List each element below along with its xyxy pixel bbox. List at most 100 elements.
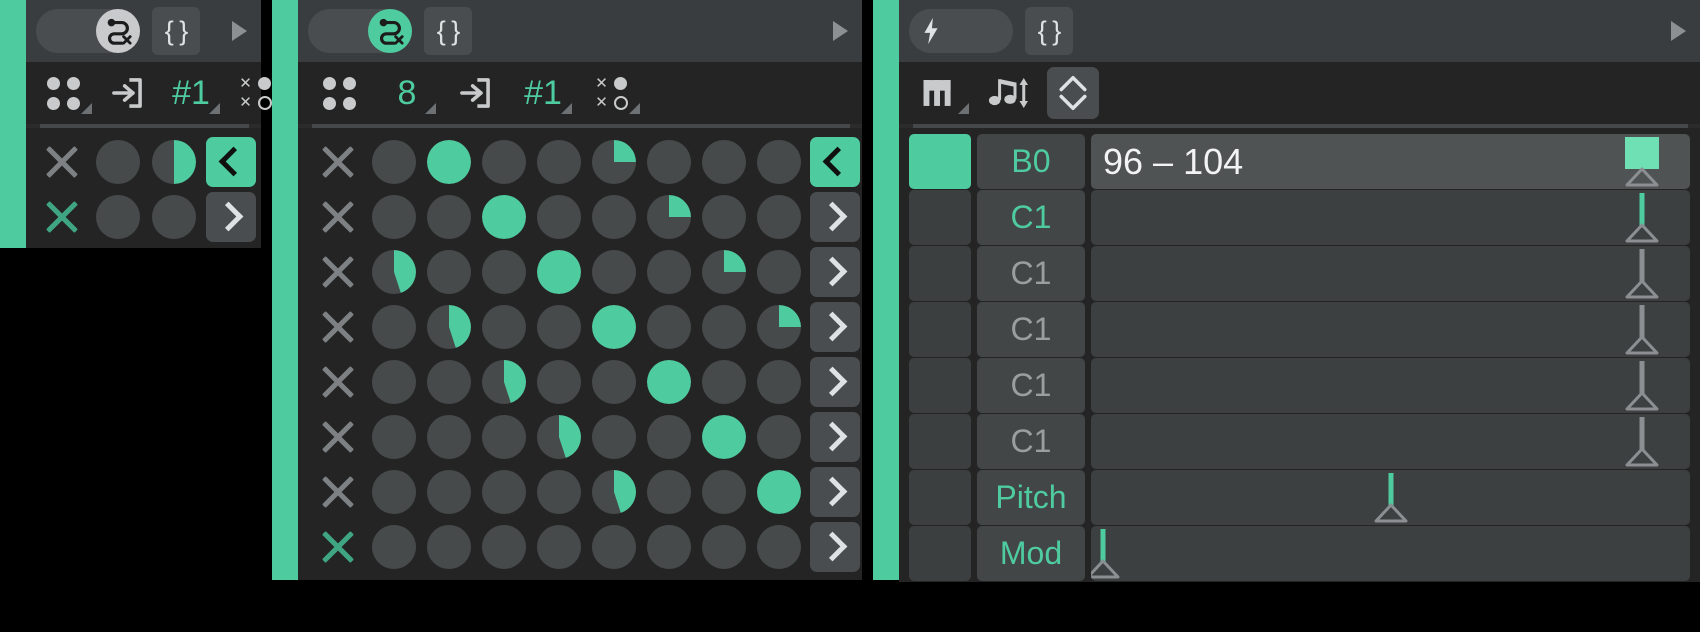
lane-value-slider[interactable] [1091,526,1690,581]
step-knob[interactable] [152,194,196,239]
preset-number-left[interactable]: #1 [168,71,220,115]
lane-slider-handle[interactable] [1625,190,1659,245]
step-knob[interactable] [481,414,526,459]
step-knob[interactable] [371,194,416,239]
step-knob[interactable] [701,469,746,514]
step-knob[interactable] [591,359,636,404]
lane-slider-handle[interactable] [1374,470,1408,525]
step-knob[interactable] [701,249,746,294]
lane-note-label[interactable]: Mod [977,526,1085,581]
step-knob[interactable] [96,194,140,239]
chevron-right-button[interactable] [206,191,256,242]
step-knob[interactable] [591,139,636,184]
step-knob[interactable] [756,414,801,459]
lane-enable-swatch[interactable] [909,526,971,581]
lane-slider-handle[interactable] [1625,414,1659,469]
step-knob[interactable] [536,249,581,294]
step-knob[interactable] [646,469,691,514]
chevron-right-button[interactable] [810,356,860,407]
lane-value-slider[interactable] [1091,470,1690,525]
lane-value-slider[interactable] [1091,190,1690,245]
step-knob[interactable] [646,414,691,459]
step-knob[interactable] [646,359,691,404]
step-knob[interactable] [701,414,746,459]
step-knob[interactable] [371,524,416,569]
chevron-right-button[interactable] [810,301,860,352]
step-knob[interactable] [756,359,801,404]
step-knob[interactable] [371,359,416,404]
step-knob[interactable] [591,194,636,239]
play-triangle-icon[interactable] [232,21,247,41]
step-knob[interactable] [756,194,801,239]
lane-slider-handle[interactable] [1625,358,1659,413]
step-knob[interactable] [701,194,746,239]
step-knob[interactable] [536,359,581,404]
mutate-toggle-middle[interactable] [308,9,412,53]
lane-enable-swatch[interactable] [909,302,971,357]
close-x-icon[interactable] [321,145,355,179]
step-knob[interactable] [371,414,416,459]
four-dots-icon[interactable] [40,71,92,115]
step-knob[interactable] [756,524,801,569]
step-knob[interactable] [371,139,416,184]
lane-note-label[interactable]: B0 [977,134,1085,189]
four-dots-icon[interactable] [316,71,362,115]
step-knob[interactable] [756,469,801,514]
step-knob[interactable] [481,359,526,404]
step-count-control[interactable]: 8 [384,71,436,115]
step-knob[interactable] [591,304,636,349]
step-knob[interactable] [426,304,471,349]
step-knob[interactable] [591,249,636,294]
step-knob[interactable] [371,304,416,349]
lane-value-slider[interactable] [1091,246,1690,301]
lane-enable-swatch[interactable] [909,134,971,189]
lane-note-label[interactable]: C1 [977,246,1085,301]
lane-note-label[interactable]: C1 [977,190,1085,245]
lane-enable-swatch[interactable] [909,414,971,469]
play-triangle-icon[interactable] [1671,21,1686,41]
lane-value-slider[interactable] [1091,358,1690,413]
lane-value-slider[interactable] [1091,302,1690,357]
close-x-icon[interactable] [321,310,355,344]
close-x-icon[interactable] [321,200,355,234]
close-x-icon[interactable] [321,420,355,454]
step-knob[interactable] [646,524,691,569]
step-knob[interactable] [536,469,581,514]
step-knob[interactable] [426,249,471,294]
step-knob[interactable] [426,414,471,459]
lane-note-label[interactable]: C1 [977,302,1085,357]
step-knob[interactable] [371,469,416,514]
preset-number-middle[interactable]: #1 [520,71,572,115]
step-knob[interactable] [96,139,140,184]
velocity-toggle-right[interactable] [909,9,1013,53]
step-knob[interactable] [481,524,526,569]
lane-slider-handle[interactable] [1625,134,1660,189]
lane-enable-swatch[interactable] [909,358,971,413]
step-knob[interactable] [536,524,581,569]
close-x-icon[interactable] [321,475,355,509]
lane-enable-swatch[interactable] [909,470,971,525]
step-knob[interactable] [536,194,581,239]
lane-slider-handle[interactable] [1091,526,1120,581]
step-knob[interactable] [536,414,581,459]
json-brace-button-middle[interactable]: { } [424,7,472,55]
step-knob[interactable] [591,469,636,514]
step-knob[interactable] [426,469,471,514]
enter-box-icon[interactable] [452,71,498,115]
lane-note-label[interactable]: C1 [977,358,1085,413]
step-knob[interactable] [591,524,636,569]
step-knob[interactable] [481,139,526,184]
close-x-icon[interactable] [45,145,79,179]
step-knob[interactable] [756,304,801,349]
chevron-right-button[interactable] [810,411,860,462]
step-knob[interactable] [481,469,526,514]
step-knob[interactable] [426,524,471,569]
close-x-icon[interactable] [45,200,79,234]
step-knob[interactable] [481,304,526,349]
play-triangle-icon[interactable] [833,21,848,41]
lane-enable-swatch[interactable] [909,246,971,301]
updown-chevrons-button[interactable] [1047,67,1099,119]
step-knob[interactable] [536,139,581,184]
step-knob[interactable] [646,139,691,184]
step-knob[interactable] [481,194,526,239]
